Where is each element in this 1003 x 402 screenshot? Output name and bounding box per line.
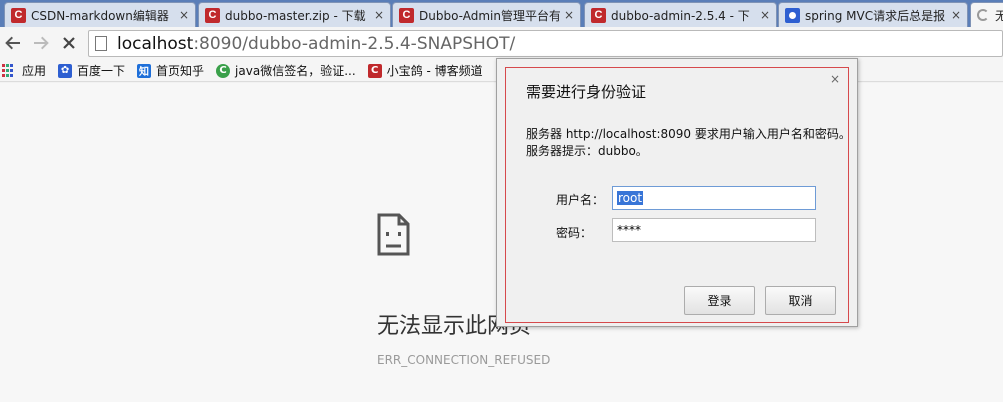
- dialog-message-line1: 服务器 http://localhost:8090 要求用户输入用户名和密码。: [526, 127, 851, 141]
- cancel-button[interactable]: 取消: [765, 286, 836, 315]
- tab-csdn-markdown[interactable]: C CSDN-markdown编辑器 ×: [4, 2, 196, 27]
- password-mask: ****: [617, 223, 641, 237]
- dialog-message-line2: 服务器提示：dubbo。: [526, 144, 648, 158]
- username-value: root: [617, 191, 644, 205]
- green-c-icon: C: [216, 63, 231, 78]
- forward-arrow-icon[interactable]: [30, 32, 52, 54]
- csdn-icon: C: [205, 7, 220, 23]
- bookmark-apps[interactable]: 应用: [2, 62, 46, 79]
- tab-strip: C CSDN-markdown编辑器 × C dubbo-master.zip …: [0, 0, 1003, 27]
- bookmark-xiaobaoge[interactable]: C 小宝鸽 - 博客频道: [367, 62, 483, 79]
- apps-icon: [2, 63, 16, 78]
- bookmark-label: 百度一下: [77, 64, 126, 78]
- tab-title: dubbo-master.zip - 下载: [225, 8, 366, 23]
- close-icon[interactable]: ×: [564, 8, 574, 22]
- auth-dialog-panel: × 需要进行身份验证 服务器 http://localhost:8090 要求用…: [505, 67, 851, 323]
- tab-dubbo-admin-platform[interactable]: C Dubbo-Admin管理平台有 ×: [392, 2, 581, 27]
- back-arrow-icon[interactable]: [2, 32, 24, 54]
- bookmark-zhihu[interactable]: 知 首页知乎: [137, 62, 204, 79]
- close-icon[interactable]: ×: [374, 8, 384, 22]
- csdn-icon: C: [367, 63, 382, 78]
- auth-dialog: × 需要进行身份验证 服务器 http://localhost:8090 要求用…: [496, 58, 858, 327]
- baidu-paw-icon: [785, 7, 800, 23]
- bookmark-label: 小宝鸽 - 博客频道: [386, 64, 483, 78]
- dialog-title: 需要进行身份验证: [526, 83, 647, 101]
- browser-toolbar: localhost:8090/dubbo-admin-2.5.4-SNAPSHO…: [0, 27, 1003, 60]
- tab-spring-mvc[interactable]: spring MVC请求后总是报 ×: [778, 2, 968, 27]
- username-label: 用户名：: [556, 193, 605, 207]
- stop-icon[interactable]: [58, 32, 80, 54]
- tab-title: Dubbo-Admin管理平台有: [419, 8, 560, 23]
- bookmark-baidu[interactable]: ✿ 百度一下: [58, 62, 125, 79]
- sad-page-icon: [377, 213, 410, 256]
- tab-title: 无: [995, 7, 1003, 24]
- tab-title: CSDN-markdown编辑器: [31, 8, 169, 23]
- close-icon[interactable]: ×: [179, 8, 189, 22]
- close-icon[interactable]: ×: [951, 8, 961, 22]
- tab-title: spring MVC请求后总是报: [805, 8, 946, 23]
- password-field[interactable]: ****: [612, 218, 816, 242]
- bookmark-label: 应用: [22, 64, 47, 78]
- page-icon: [95, 36, 107, 51]
- tab-dubbo-master-zip[interactable]: C dubbo-master.zip - 下载 ×: [198, 2, 391, 27]
- zhihu-icon: 知: [137, 63, 152, 78]
- url-text[interactable]: localhost:8090/dubbo-admin-2.5.4-SNAPSHO…: [117, 34, 515, 54]
- error-code: ERR_CONNECTION_REFUSED: [377, 353, 551, 367]
- csdn-icon: C: [591, 7, 606, 23]
- bookmark-java-wechat[interactable]: C java微信签名，验证...: [216, 62, 356, 79]
- username-field[interactable]: root: [612, 186, 816, 210]
- bookmark-label: java微信签名，验证...: [235, 64, 356, 78]
- baidu-paw-icon: ✿: [58, 63, 73, 78]
- tab-title: dubbo-admin-2.5.4 - 下: [611, 8, 750, 23]
- csdn-icon: C: [399, 7, 414, 23]
- dialog-message: 服务器 http://localhost:8090 要求用户输入用户名和密码。 …: [526, 126, 851, 160]
- url-host: localhost: [117, 33, 194, 54]
- tab-dubbo-admin-254[interactable]: C dubbo-admin-2.5.4 - 下 ×: [584, 2, 777, 27]
- address-bar[interactable]: localhost:8090/dubbo-admin-2.5.4-SNAPSHO…: [88, 30, 1003, 57]
- bookmark-label: 首页知乎: [156, 64, 205, 78]
- loading-spinner-icon: [977, 9, 989, 21]
- password-label: 密码：: [556, 226, 593, 240]
- csdn-icon: C: [11, 7, 26, 23]
- login-button[interactable]: 登录: [684, 286, 755, 315]
- close-icon[interactable]: ×: [760, 8, 770, 22]
- tab-active-loading[interactable]: 无: [970, 2, 1003, 27]
- close-icon[interactable]: ×: [830, 72, 840, 86]
- url-path: :8090/dubbo-admin-2.5.4-SNAPSHOT/: [193, 33, 516, 54]
